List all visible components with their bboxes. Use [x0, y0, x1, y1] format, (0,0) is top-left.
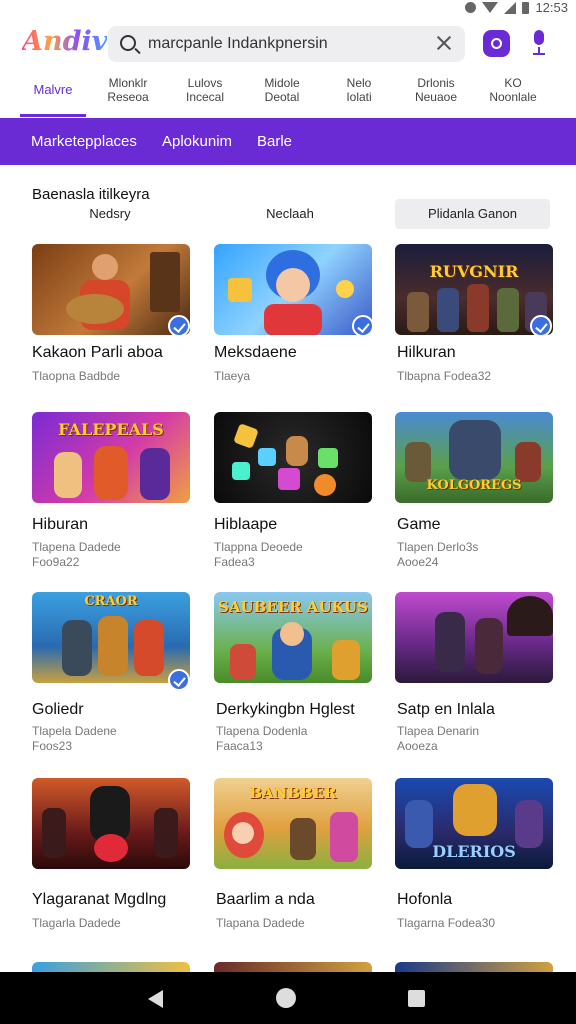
card-meta: Aooeza [397, 739, 438, 753]
status-bar: 12:53 [0, 0, 576, 18]
card-image[interactable]: RUVGNIR [395, 244, 553, 335]
card-image[interactable] [395, 592, 553, 683]
card-title[interactable]: Game [397, 516, 441, 534]
card-image[interactable]: FALEPEALS [32, 412, 190, 503]
card-meta: Tlbapna Fodea32 [397, 369, 492, 383]
card-image[interactable] [214, 412, 372, 503]
card-title[interactable]: Ylagaranat Mgdlng [32, 891, 166, 909]
mic-icon [534, 30, 544, 45]
card-banner: SAUBEER AUKUS [218, 598, 368, 616]
battery-icon [522, 1, 530, 14]
card-banner: KOLGOREGS [426, 478, 522, 493]
card-meta: Tlapen Derlo3s [397, 540, 479, 554]
tab-mlonklr[interactable]: Mlonklr Reseoa [92, 76, 164, 116]
verified-icon [168, 669, 190, 691]
card-image[interactable] [32, 962, 190, 972]
card-title[interactable]: Hofonla [397, 891, 452, 909]
verified-icon [352, 315, 374, 337]
card-meta: Tlapena Dadede [32, 540, 121, 554]
card-banner: CRAOR [84, 594, 138, 609]
system-nav-bar [0, 972, 576, 1024]
search-bar[interactable]: marcpanle Indankpnersin [108, 26, 465, 62]
category-aplokunim[interactable]: Aplokunim [162, 133, 232, 150]
status-time: 12:53 [535, 0, 568, 15]
card-title[interactable]: Kakaon Parli aboa [32, 344, 163, 362]
card-image[interactable] [214, 962, 372, 972]
card-image[interactable]: BANBBER [214, 778, 372, 869]
card-image[interactable]: SAUBEER AUKUS [214, 592, 372, 683]
app-logo[interactable]: Andiv [22, 26, 107, 57]
card-banner: RUVGNIR [429, 262, 519, 281]
card-image[interactable]: CRAOR [32, 592, 190, 683]
card-meta: Tlapela Dadene [32, 724, 117, 738]
card-title[interactable]: Meksdaene [214, 344, 297, 362]
verified-icon [168, 315, 190, 337]
filter-chip-nedsry[interactable]: Nedsry [32, 199, 188, 229]
card-meta: Tlagarna Fodea30 [397, 916, 496, 930]
card-banner: DLERIOS [432, 842, 516, 861]
category-bar: Marketepplaces Aplokunim Barle [0, 118, 576, 165]
card-image[interactable] [32, 778, 190, 869]
app-header: Andiv marcpanle Indankpnersin [0, 22, 576, 66]
filter-chip-plidanla-ganon[interactable]: Plidanla Ganon [395, 199, 550, 229]
card-image[interactable]: KOLGOREGS [395, 412, 553, 503]
card-image[interactable] [395, 962, 553, 972]
card-meta: Foo9a22 [32, 555, 80, 569]
wifi-icon [482, 2, 499, 13]
back-icon[interactable] [148, 990, 163, 1008]
card-image[interactable] [32, 244, 190, 335]
card-meta: Tlagarla Dadede [32, 916, 121, 930]
card-title[interactable]: Hilkuran [397, 344, 456, 362]
card-meta: Foos23 [32, 739, 73, 753]
card-meta: Tlaopna Badbde [32, 369, 121, 383]
card-banner: BANBBER [249, 784, 337, 802]
tab-lulovs[interactable]: Lulovs Incecal [169, 76, 241, 116]
card-title[interactable]: Goliedr [32, 701, 84, 719]
card-title[interactable]: Hiblaape [214, 516, 277, 534]
card-banner: FALEPEALS [58, 420, 164, 439]
tab-drlonis[interactable]: Drlonis Neuaoe [400, 76, 472, 116]
mic-button[interactable] [528, 30, 550, 60]
card-title[interactable]: Derkykingbn Hglest [216, 701, 355, 719]
recent-apps-icon[interactable] [408, 990, 425, 1007]
signal-icon [504, 1, 517, 14]
card-meta: Fadea3 [214, 555, 255, 569]
do-not-disturb-icon [465, 2, 477, 13]
clear-icon[interactable] [433, 32, 455, 54]
card-title[interactable]: Baarlim a nda [216, 891, 315, 909]
category-marketplaces[interactable]: Marketepplaces [31, 133, 137, 150]
card-meta: Tlapena Dodenla [216, 724, 308, 738]
tab-malvre[interactable]: Malvre [20, 76, 86, 117]
card-image[interactable]: DLERIOS [395, 778, 553, 869]
card-title[interactable]: Satp en Inlala [397, 701, 495, 719]
tab-midole[interactable]: Midole Deotal [246, 76, 318, 116]
card-meta: Tlappna Deoede [214, 540, 303, 554]
filter-chip-neclaah[interactable]: Neclaah [212, 199, 368, 229]
tab-ko[interactable]: KO Noonlale [477, 76, 549, 116]
card-meta: Faaca13 [216, 739, 263, 753]
tab-nelo[interactable]: Nelo Iolati [323, 76, 395, 116]
search-icon [120, 35, 136, 51]
card-title[interactable]: Hiburan [32, 516, 88, 534]
card-meta: Tlaeya [214, 369, 251, 383]
card-meta: Tlapea Denarin [397, 724, 480, 738]
verified-icon [530, 315, 552, 337]
top-tabs: Malvre Mlonklr Reseoa Lulovs Incecal Midol… [0, 76, 576, 117]
category-barle[interactable]: Barle [257, 133, 292, 150]
search-input[interactable]: marcpanle Indankpnersin [148, 35, 328, 53]
card-image[interactable] [214, 244, 372, 335]
camera-button[interactable] [483, 30, 510, 57]
home-icon[interactable] [276, 988, 296, 1008]
card-meta: Aooe24 [397, 555, 439, 569]
card-meta: Tlapana Dadede [216, 916, 305, 930]
